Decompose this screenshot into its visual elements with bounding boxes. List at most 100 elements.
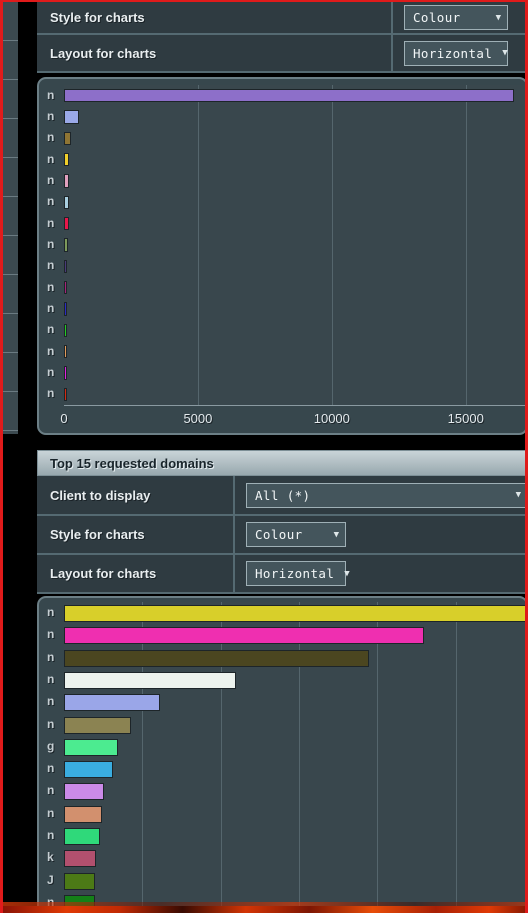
chart-category-label: n [47, 716, 55, 731]
chart-top-domains-plot [64, 602, 525, 912]
chevron-down-icon: ▼ [344, 568, 350, 579]
chart-category-label: n [47, 279, 55, 294]
chart-top-clients[interactable]: nnnnnnnnnnnnnnn 0 5000 10000 15000 [37, 77, 525, 435]
chart-category-label: n [47, 343, 55, 358]
chart-bar[interactable] [64, 761, 113, 779]
chart-bar[interactable] [64, 131, 71, 145]
row-client-to-display: Client to display All (*) ▼ [37, 476, 525, 516]
chart-bar[interactable] [64, 238, 69, 252]
chart-category-label: n [47, 386, 55, 401]
chart-category-label: n [47, 627, 55, 642]
label-style-for-charts: Style for charts [50, 527, 145, 542]
chart-category-label: n [47, 301, 55, 315]
chart-bar[interactable] [64, 345, 67, 359]
left-chrome-segment [3, 353, 18, 392]
chart-bar[interactable] [64, 387, 67, 401]
chart-bar[interactable] [64, 738, 119, 756]
label-style-for-charts-top: Style for charts [50, 10, 145, 25]
chart-bar[interactable] [64, 174, 70, 188]
chart-category-label: g [47, 738, 55, 753]
cell-layout-for-charts: Horizontal ▼ [233, 555, 525, 592]
label-layout-for-charts: Layout for charts [50, 566, 157, 581]
x-axis-line [64, 405, 525, 406]
left-chrome-segment [3, 158, 18, 197]
chart-category-label: n [47, 130, 55, 145]
cell-style-for-charts: Colour ▼ [233, 516, 525, 553]
chart-bar[interactable] [64, 366, 67, 380]
left-chrome-column [3, 2, 18, 434]
chart-bar[interactable] [64, 627, 425, 645]
chart-category-label: n [47, 694, 55, 709]
cell-client-to-display: All (*) ▼ [233, 476, 525, 514]
chevron-down-icon: ▼ [515, 490, 521, 500]
app-window: Style for charts Colour ▼ Layout for cha… [0, 0, 528, 913]
row-layout-for-charts-top: Layout for charts Horizontal ▼ [37, 35, 525, 73]
chart-category-label: n [47, 87, 55, 102]
row-layout-for-charts: Layout for charts Horizontal ▼ [37, 555, 525, 594]
chart-bar[interactable] [64, 872, 96, 890]
left-chrome-segment [3, 197, 18, 236]
chart-bar[interactable] [64, 323, 67, 337]
chart-category-label: n [47, 761, 55, 776]
chart-category-label: n [47, 783, 55, 798]
chart-category-label: n [47, 151, 55, 166]
chart-category-label: n [47, 671, 55, 686]
x-tick-label: 10000 [313, 411, 350, 426]
x-tick-label: 0 [60, 411, 68, 426]
select-layout-value-top: Horizontal [413, 45, 493, 61]
chart-bar[interactable] [64, 694, 161, 712]
chart-bar[interactable] [64, 89, 514, 103]
select-layout-for-charts[interactable]: Horizontal ▼ [246, 561, 350, 586]
select-client-value: All (*) [255, 487, 311, 503]
chart-bar[interactable] [64, 302, 67, 316]
left-black-gutter [18, 2, 31, 913]
chevron-down-icon: ▼ [502, 48, 508, 58]
chart-category-label: n [47, 237, 55, 251]
chart-bar[interactable] [64, 259, 67, 273]
bottom-fire-strip [3, 906, 525, 913]
chart-bar[interactable] [64, 805, 102, 823]
label-client-to-display: Client to display [50, 487, 151, 503]
chart-category-label: n [47, 365, 55, 379]
left-chrome-segment [3, 236, 18, 275]
chart-bar[interactable] [64, 153, 70, 167]
select-style-for-charts[interactable]: Colour ▼ [246, 522, 346, 547]
chart-category-label: J [47, 872, 54, 887]
left-chrome-segment [3, 80, 18, 119]
chart-bar[interactable] [64, 783, 104, 801]
main-content-column: Style for charts Colour ▼ Layout for cha… [31, 2, 525, 913]
chart-bar[interactable] [64, 671, 237, 689]
chart-bar[interactable] [64, 649, 370, 667]
left-chrome-segment [3, 119, 18, 158]
chart-bar[interactable] [64, 605, 525, 622]
chart-category-label: n [47, 215, 55, 230]
chart-category-label: n [47, 194, 55, 209]
select-style-value-top: Colour [413, 10, 461, 25]
chart-category-label: k [47, 850, 54, 865]
chart-bar[interactable] [64, 195, 69, 209]
select-layout-value: Horizontal [255, 566, 335, 581]
select-style-for-charts-top[interactable]: Colour ▼ [404, 5, 508, 30]
chart-bar[interactable] [64, 281, 67, 295]
chart-category-label: n [47, 173, 55, 187]
select-client-to-display[interactable]: All (*) ▼ [246, 482, 525, 508]
select-layout-for-charts-top[interactable]: Horizontal ▼ [404, 40, 508, 66]
chart-top-domains[interactable]: nnnnnngnnnnkJn [37, 596, 525, 912]
x-tick-label: 5000 [183, 411, 213, 426]
chart-bar[interactable] [64, 828, 101, 845]
gridline [455, 602, 457, 912]
gridline [142, 602, 144, 912]
chart-bar[interactable] [64, 850, 97, 868]
left-chrome-segment [3, 41, 18, 80]
chart-bar[interactable] [64, 110, 80, 124]
left-chrome-segment [3, 2, 18, 41]
chart-bar[interactable] [64, 217, 69, 231]
left-chrome-segment [3, 275, 18, 314]
cell-style-for-charts-top: Colour ▼ [391, 2, 525, 33]
cell-layout-for-charts-top: Horizontal ▼ [391, 35, 525, 71]
chart-category-label: n [47, 258, 55, 273]
chart-bar[interactable] [64, 716, 131, 734]
gridline [220, 602, 222, 912]
label-layout-for-charts-top: Layout for charts [50, 45, 157, 61]
section-header-top-domains: Top 15 requested domains [37, 450, 525, 476]
